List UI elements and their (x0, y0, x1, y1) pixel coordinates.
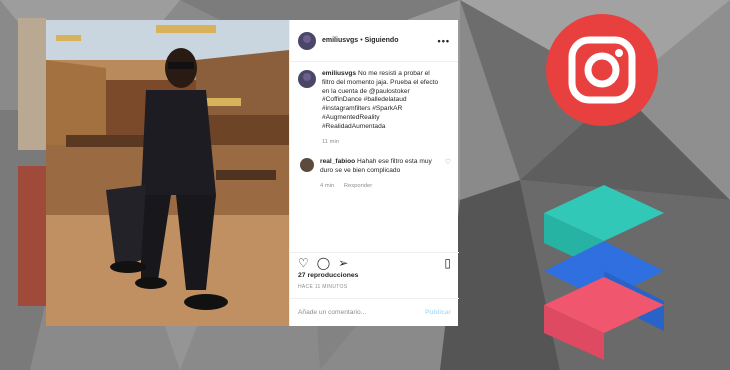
comments-list: emiliusvgs No me resisti a probar el fil… (290, 62, 459, 252)
post-video[interactable] (46, 20, 289, 326)
caption-comment: emiliusvgs No me resisti a probar el fil… (298, 70, 451, 146)
instagram-post: emiliusvgs • Siguiendo ••• emiliusvgs No… (46, 20, 459, 326)
caption-avatar[interactable] (298, 70, 316, 88)
post-actions: ♡ ◯ ➢ ▯ (290, 252, 459, 272)
avatar[interactable] (298, 31, 316, 50)
post-sidebar: emiliusvgs • Siguiendo ••• emiliusvgs No… (289, 20, 459, 326)
instagram-logo-icon (546, 14, 658, 126)
reply-avatar[interactable] (300, 158, 314, 173)
header-separator: • (360, 37, 363, 44)
next-post-thumbnail[interactable] (18, 166, 46, 306)
publish-button[interactable]: Publicar (425, 309, 451, 316)
reply-text-block: real_fabioo Hahah ese filtro esta muy du… (320, 158, 438, 190)
caption-text-block: emiliusvgs No me resisti a probar el fil… (322, 70, 440, 146)
comment-input[interactable]: Añade un comentario... (298, 309, 366, 316)
caption-username[interactable]: emiliusvgs (322, 70, 356, 77)
add-comment-bar: Añade un comentario... Publicar (290, 298, 459, 326)
post-username[interactable]: emiliusvgs (322, 37, 358, 44)
caption-text: No me resisti a probar el filtro del mom… (322, 70, 439, 130)
caption-time: 11 min (322, 138, 339, 145)
view-count[interactable]: 27 reproducciones (298, 272, 358, 279)
follow-status[interactable]: Siguiendo (365, 37, 399, 44)
more-icon[interactable]: ••• (438, 36, 450, 46)
comment-icon[interactable]: ◯ (317, 257, 330, 269)
previous-post-thumbnail[interactable] (18, 18, 46, 150)
spark-ar-logo-icon (544, 185, 669, 360)
posted-ago: HACE 11 MINUTOS (298, 284, 348, 290)
post-header: emiliusvgs • Siguiendo ••• (290, 20, 458, 62)
heart-icon[interactable]: ♡ (298, 257, 309, 269)
share-icon[interactable]: ➢ (338, 257, 348, 269)
reply-username[interactable]: real_fabioo (320, 158, 355, 165)
reply-action[interactable]: Responder (344, 183, 372, 189)
reply-comment: real_fabioo Hahah ese filtro esta muy du… (298, 158, 451, 190)
reply-time: 4 min (320, 182, 335, 189)
comment-like-heart-icon[interactable]: ♡ (445, 158, 451, 190)
bookmark-icon[interactable]: ▯ (444, 257, 451, 269)
